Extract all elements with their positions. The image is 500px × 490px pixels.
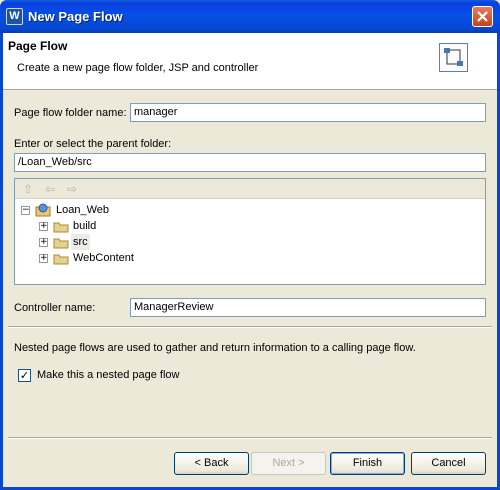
tree-item-webcontent[interactable]: WebContent [73,250,134,266]
cancel-button[interactable]: Cancel [411,452,486,475]
tree-expand-toggle[interactable]: + [39,254,48,263]
window-title: New Page Flow [28,9,123,24]
next-button[interactable]: Next > [251,452,326,475]
tree-toolbar: ⇧ ⇦ ⇨ [15,179,485,199]
page-flow-icon [439,43,468,72]
banner-title: Page Flow [8,39,68,53]
separator [8,326,492,328]
folder-name-input[interactable]: manager [130,103,486,122]
folder-tree[interactable]: ⇧ ⇦ ⇨ − Loan_Web + build + src + WebCont… [14,178,486,285]
app-icon: W [6,8,23,25]
button-bar-separator [8,437,492,439]
folder-name-label: Page flow folder name: [14,107,127,119]
banner-description: Create a new page flow folder, JSP and c… [17,62,259,74]
back-button[interactable]: < Back [174,452,249,475]
tree-item-src[interactable]: src [71,234,90,250]
web-project-icon [35,203,51,217]
parent-folder-label: Enter or select the parent folder: [14,138,172,150]
folder-icon [53,254,69,265]
nested-checkbox[interactable]: ✓ [18,369,31,382]
title-bar: W New Page Flow [0,0,500,33]
controller-name-input[interactable]: ManagerReview [130,298,486,317]
tree-item-loan-web[interactable]: Loan_Web [56,202,109,218]
parent-folder-input[interactable]: /Loan_Web/src [14,153,486,172]
finish-button[interactable]: Finish [330,452,405,475]
folder-icon [53,238,69,249]
nested-description: Nested page flows are used to gather and… [14,342,416,354]
up-folder-icon[interactable]: ⇧ [21,182,35,196]
close-icon [477,11,488,22]
tree-item-build[interactable]: build [73,218,96,234]
forward-arrow-icon[interactable]: ⇨ [65,182,79,196]
back-arrow-icon[interactable]: ⇦ [43,182,57,196]
close-button[interactable] [472,6,493,27]
tree-collapse-toggle[interactable]: − [21,206,30,215]
controller-name-label: Controller name: [14,302,96,314]
wizard-banner: Page Flow Create a new page flow folder,… [3,33,497,90]
tree-expand-toggle[interactable]: + [39,238,48,247]
tree-expand-toggle[interactable]: + [39,222,48,231]
nested-checkbox-label[interactable]: Make this a nested page flow [37,369,179,381]
folder-icon [53,222,69,233]
